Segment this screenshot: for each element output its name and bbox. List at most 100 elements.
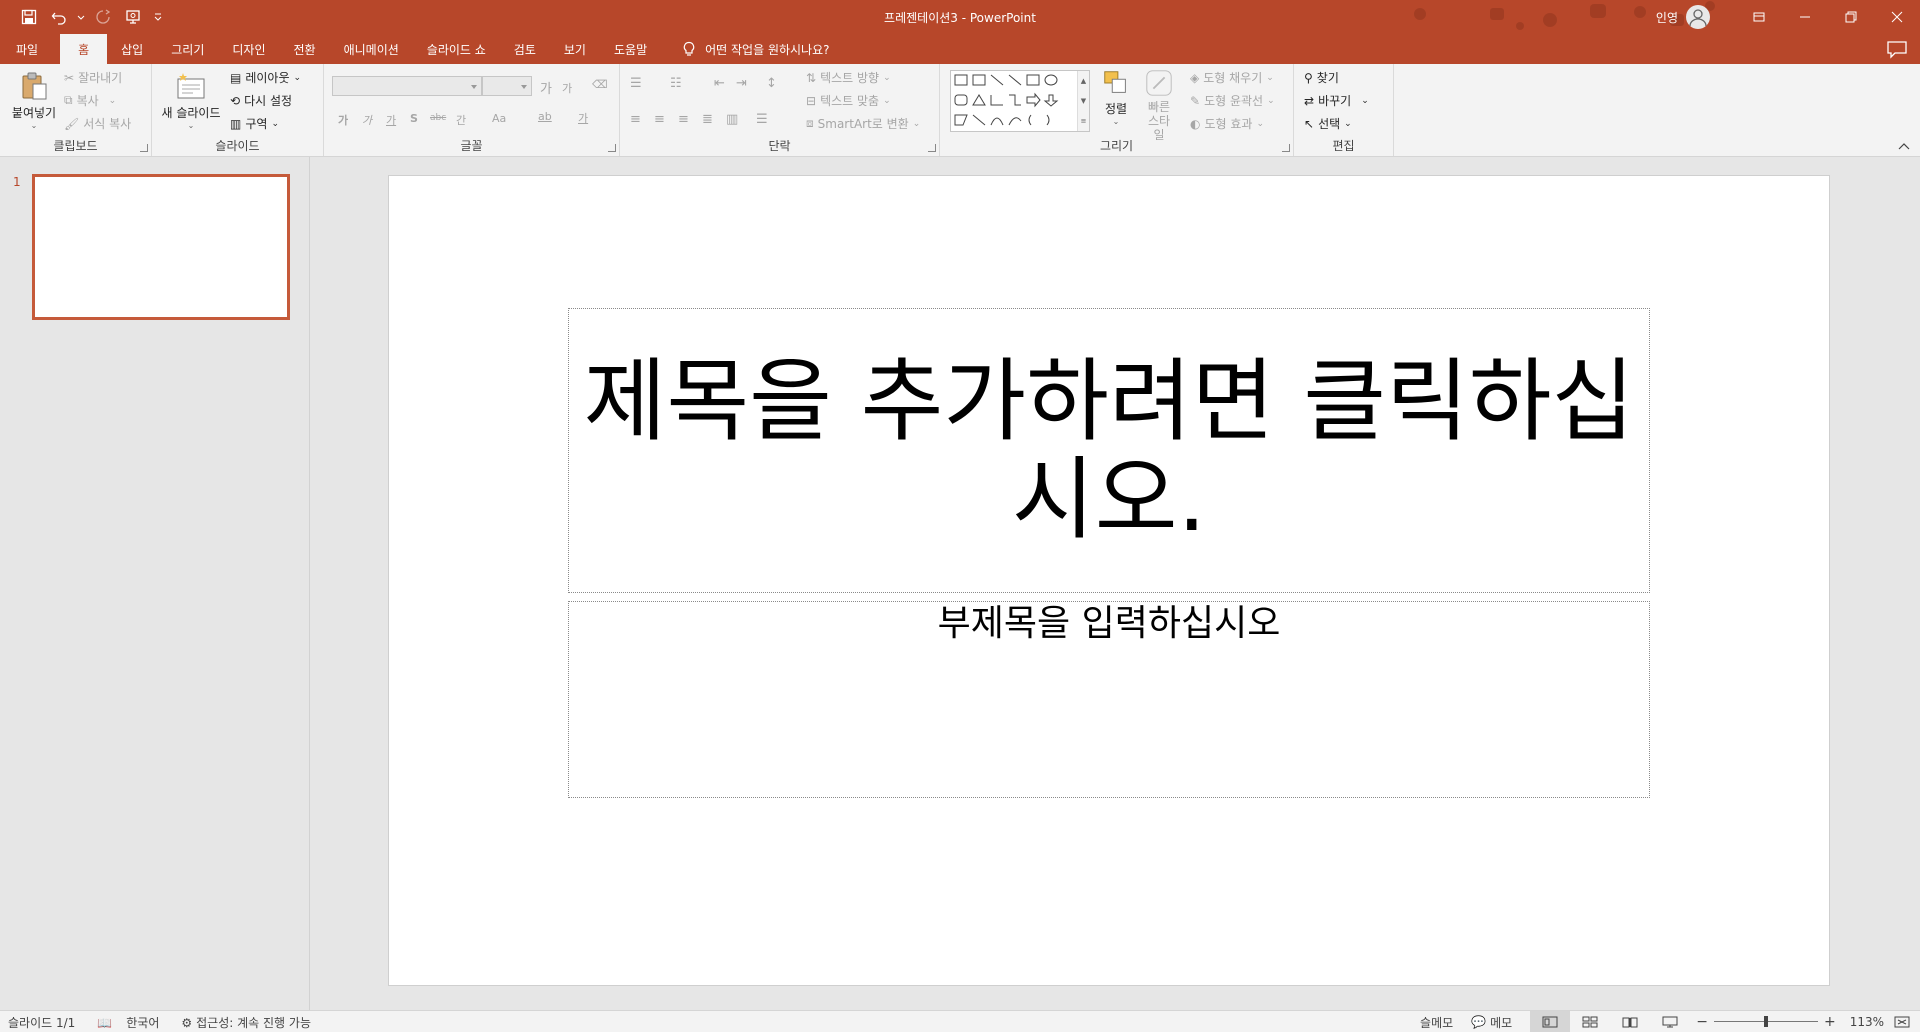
slide-canvas[interactable]: 제목을 추가하려면 클릭하십시오. 부제목을 입력하십시오 <box>388 175 1830 986</box>
line-spacing-icon[interactable]: ↕ <box>766 76 777 91</box>
tab-view[interactable]: 보기 <box>550 34 600 64</box>
increase-indent-icon[interactable]: ⇥ <box>736 76 747 91</box>
align-objects-icon[interactable]: ☰ <box>756 112 768 127</box>
align-right-icon[interactable]: ≡ <box>678 112 689 127</box>
bullets-icon[interactable]: ☰ <box>630 76 642 91</box>
font-name-combo[interactable] <box>332 76 482 96</box>
ribbon: 붙여넣기 ⌄ ✂ 잘라내기 ⧉ 복사 ⌄ 🖌 서식 복사 클립보드 새 슬라이드 <box>0 64 1920 157</box>
section-button[interactable]: ▥ 구역 ⌄ <box>230 115 279 132</box>
align-left-icon[interactable]: ≡ <box>630 112 641 127</box>
align-center-icon[interactable]: ≡ <box>654 112 665 127</box>
close-icon[interactable] <box>1874 0 1920 34</box>
zoom-slider-thumb[interactable] <box>1763 1016 1768 1027</box>
align-text-button[interactable]: ⊟ 텍스트 맞춤 ⌄ <box>806 92 891 109</box>
zoom-level[interactable]: 113% <box>1850 1015 1884 1029</box>
select-label: 선택 <box>1318 117 1341 131</box>
tab-transitions[interactable]: 전환 <box>279 34 329 64</box>
clipboard-launcher-icon[interactable] <box>140 144 148 152</box>
cut-button[interactable]: ✂ 잘라내기 <box>64 69 122 86</box>
slide-thumbnail[interactable] <box>32 174 290 320</box>
numbering-icon[interactable]: ☷ <box>670 76 682 91</box>
select-button[interactable]: ↖ 선택 ⌄ <box>1304 115 1352 132</box>
font-color-icon[interactable]: 가 <box>578 110 588 126</box>
brush-icon: 🖌 <box>64 116 80 131</box>
tab-home[interactable]: 홈 <box>60 34 108 64</box>
reading-view-icon[interactable] <box>1610 1011 1650 1032</box>
user-name[interactable]: 인영 <box>1656 9 1678 26</box>
tell-me-search[interactable]: 어떤 작업을 원하시나요? <box>661 34 830 64</box>
font-size-combo[interactable] <box>482 76 532 96</box>
tab-animations[interactable]: 애니메이션 <box>330 34 413 64</box>
bold-icon[interactable]: 가 <box>338 112 348 128</box>
columns-icon[interactable]: ▥ <box>726 112 738 127</box>
italic-icon[interactable]: 가 <box>362 112 372 128</box>
tab-file[interactable]: 파일 <box>0 34 52 64</box>
accessibility-status[interactable]: ⚙ 접근성: 계속 진행 가능 <box>181 1014 311 1031</box>
smartart-button[interactable]: ⧈ SmartArt로 변환 ⌄ <box>806 115 920 132</box>
arrange-button[interactable]: 정렬 ⌄ <box>1094 68 1138 126</box>
shapes-scroll[interactable]: ▲ ▼ ≡ <box>1077 71 1089 131</box>
find-label: 찾기 <box>1316 71 1339 85</box>
char-spacing-icon[interactable]: 간 <box>456 112 466 128</box>
tab-insert[interactable]: 삽입 <box>107 34 157 64</box>
decrease-indent-icon[interactable]: ⇤ <box>714 76 725 91</box>
strikethrough-icon[interactable]: abc <box>430 113 446 123</box>
paragraph-launcher-icon[interactable] <box>928 144 936 152</box>
comments-icon[interactable] <box>1886 39 1908 59</box>
thumbnail-number: 1 <box>13 175 21 189</box>
subtitle-placeholder[interactable]: 부제목을 입력하십시오 <box>568 601 1650 798</box>
tab-help[interactable]: 도움말 <box>600 34 661 64</box>
drawing-launcher-icon[interactable] <box>1282 144 1290 152</box>
slide-show-view-icon[interactable] <box>1650 1011 1690 1032</box>
zoom-slider[interactable] <box>1713 1011 1818 1032</box>
spelling-icon[interactable]: 📖 <box>97 1016 112 1030</box>
layout-icon: ▤ <box>230 70 242 85</box>
clipboard-group-label: 클립보드 <box>53 139 98 153</box>
new-slide-label: 새 슬라이드 <box>161 106 221 120</box>
collapse-ribbon-icon[interactable] <box>1898 142 1910 150</box>
tab-slide-show[interactable]: 슬라이드 쇼 <box>413 34 500 64</box>
find-button[interactable]: ⚲ 찾기 <box>1304 69 1339 86</box>
notes-button[interactable]: 슬메모 <box>1420 1014 1453 1031</box>
pen-icon: ✎ <box>1190 93 1201 108</box>
zoom-out-button[interactable]: − <box>1696 1014 1708 1030</box>
minimize-icon[interactable] <box>1782 0 1828 34</box>
reset-button[interactable]: ⟲ 다시 설정 <box>230 92 292 109</box>
shape-outline-label: 도형 윤곽선 <box>1204 94 1264 108</box>
shape-effects-button[interactable]: ◐ 도형 효과 ⌄ <box>1190 115 1264 132</box>
replace-button[interactable]: ⇄ 바꾸기 ⌄ <box>1304 92 1369 109</box>
quick-styles-button[interactable]: 빠른 스타일 <box>1138 68 1180 142</box>
comments-button[interactable]: 💬 메모 <box>1471 1014 1512 1031</box>
fit-to-window-icon[interactable] <box>1884 1011 1920 1032</box>
zoom-in-button[interactable]: + <box>1824 1014 1836 1030</box>
clear-format-icon[interactable]: ⌫ <box>592 78 608 91</box>
tab-draw[interactable]: 그리기 <box>157 34 218 64</box>
paste-button[interactable]: 붙여넣기 ⌄ <box>6 70 62 130</box>
format-painter-button[interactable]: 🖌 서식 복사 <box>64 115 131 132</box>
tab-design[interactable]: 디자인 <box>218 34 279 64</box>
avatar[interactable] <box>1686 5 1710 29</box>
normal-view-icon[interactable] <box>1530 1011 1571 1032</box>
text-direction-button[interactable]: ⇅ 텍스트 방향 ⌄ <box>806 69 891 86</box>
shrink-font-icon[interactable]: 가 <box>562 80 572 96</box>
title-placeholder[interactable]: 제목을 추가하려면 클릭하십시오. <box>568 308 1650 593</box>
shape-outline-button[interactable]: ✎ 도형 윤곽선 ⌄ <box>1190 92 1275 109</box>
grow-font-icon[interactable]: 가 <box>540 78 552 97</box>
underline-icon[interactable]: 가 <box>386 112 396 128</box>
layout-button[interactable]: ▤ 레이아웃 ⌄ <box>230 69 301 86</box>
paint-bucket-icon: ◈ <box>1190 70 1200 85</box>
tab-review[interactable]: 검토 <box>500 34 550 64</box>
language-indicator[interactable]: 한국어 <box>126 1014 159 1031</box>
justify-icon[interactable]: ≣ <box>702 112 713 127</box>
slide-sorter-view-icon[interactable] <box>1570 1011 1610 1032</box>
change-case-icon[interactable]: Aa <box>492 112 506 125</box>
new-slide-button[interactable]: 새 슬라이드 ⌄ <box>158 70 224 130</box>
restore-icon[interactable] <box>1828 0 1874 34</box>
shapes-gallery[interactable]: ▲ ▼ ≡ <box>950 70 1090 132</box>
shape-fill-button[interactable]: ◈ 도형 채우기 ⌄ <box>1190 69 1274 86</box>
font-launcher-icon[interactable] <box>608 144 616 152</box>
shadow-icon[interactable]: S <box>410 112 418 125</box>
copy-button[interactable]: ⧉ 복사 ⌄ <box>64 92 116 109</box>
ribbon-display-options-icon[interactable] <box>1736 0 1782 34</box>
highlight-icon[interactable]: ab <box>538 110 552 123</box>
